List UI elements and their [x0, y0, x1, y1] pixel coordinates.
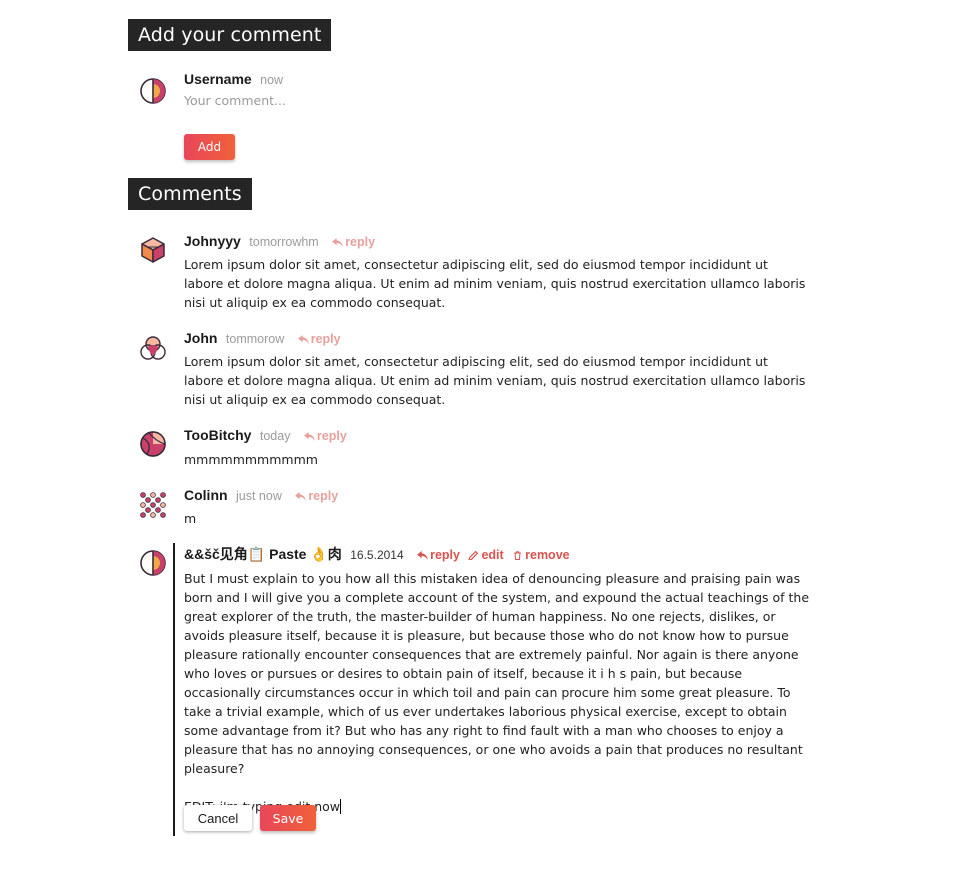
- editing-comment-meta: &&šč见角📋 Paste 👌肉 16.5.2014 reply edit re…: [184, 544, 570, 564]
- reply-label: reply: [430, 548, 460, 562]
- comment-timestamp: just now: [236, 489, 282, 503]
- add-comment-meta: Username now: [184, 69, 283, 89]
- username-label: Username: [184, 71, 252, 87]
- comment-input[interactable]: Your comment...: [184, 93, 286, 108]
- reply-button[interactable]: reply: [295, 489, 338, 503]
- reply-icon: [304, 432, 315, 441]
- edit-text-paragraph: But I must explain to you how all this m…: [184, 571, 810, 776]
- editing-indicator-bar: [173, 543, 175, 836]
- reply-icon: [297, 335, 309, 344]
- remove-button[interactable]: remove: [512, 548, 570, 562]
- text-caret: [340, 799, 342, 814]
- venn-avatar-icon: [139, 334, 167, 362]
- add-button[interactable]: Add: [184, 134, 235, 160]
- comment-text: m: [184, 511, 197, 526]
- comment-timestamp: 16.5.2014: [350, 548, 404, 562]
- comment-text: Lorem ipsum dolor sit amet, consectetur …: [184, 354, 806, 407]
- reply-label: reply: [310, 332, 341, 346]
- comment-meta: Colinn just now reply: [184, 485, 338, 505]
- half-circle-avatar-icon: [139, 549, 167, 577]
- reply-label: reply: [316, 429, 347, 443]
- comment-text: mmmmmmmmmmm: [184, 452, 318, 467]
- save-button[interactable]: Save: [260, 805, 316, 831]
- reply-icon: [332, 238, 344, 247]
- comment-author: &&šč见角📋 Paste 👌肉: [184, 546, 342, 562]
- add-comment-heading: Add your comment: [128, 19, 332, 51]
- reply-button[interactable]: reply: [332, 235, 375, 249]
- remove-label: remove: [525, 548, 570, 562]
- reply-label: reply: [345, 235, 376, 249]
- comment-author: John: [184, 330, 218, 346]
- comment-author: Colinn: [184, 487, 228, 503]
- reply-button[interactable]: reply: [304, 429, 347, 443]
- comment-meta: TooBitchy today reply: [184, 425, 347, 445]
- edit-comment-textarea[interactable]: But I must explain to you how all this m…: [184, 569, 814, 816]
- half-circle-avatar-icon: [139, 77, 167, 105]
- pencil-icon: [468, 550, 479, 561]
- timestamp: now: [260, 73, 284, 87]
- comment-meta: John tommorow reply: [184, 328, 341, 348]
- comment-author: TooBitchy: [184, 427, 252, 443]
- ball-avatar-icon: [139, 430, 167, 458]
- reply-button[interactable]: reply: [417, 548, 460, 562]
- reply-label: reply: [308, 489, 339, 503]
- comment-timestamp: tomorrowhm: [249, 235, 319, 249]
- comment-timestamp: tommorow: [225, 332, 285, 346]
- comment-timestamp: today: [259, 429, 291, 443]
- trash-icon: [514, 551, 521, 560]
- reply-icon: [295, 492, 307, 501]
- edit-button[interactable]: edit: [468, 548, 504, 562]
- reply-icon: [417, 551, 428, 560]
- comments-heading: Comments: [128, 178, 252, 210]
- edit-label: edit: [481, 548, 504, 562]
- comment-meta: Johnyyy tomorrowhm reply: [184, 231, 375, 251]
- cancel-button[interactable]: Cancel: [184, 805, 252, 831]
- comment-text: Lorem ipsum dolor sit amet, consectetur …: [184, 257, 806, 310]
- reply-button[interactable]: reply: [297, 332, 341, 346]
- dots-avatar-icon: [139, 491, 167, 519]
- cube-avatar-icon: [139, 236, 167, 264]
- comment-author: Johnyyy: [184, 233, 241, 249]
